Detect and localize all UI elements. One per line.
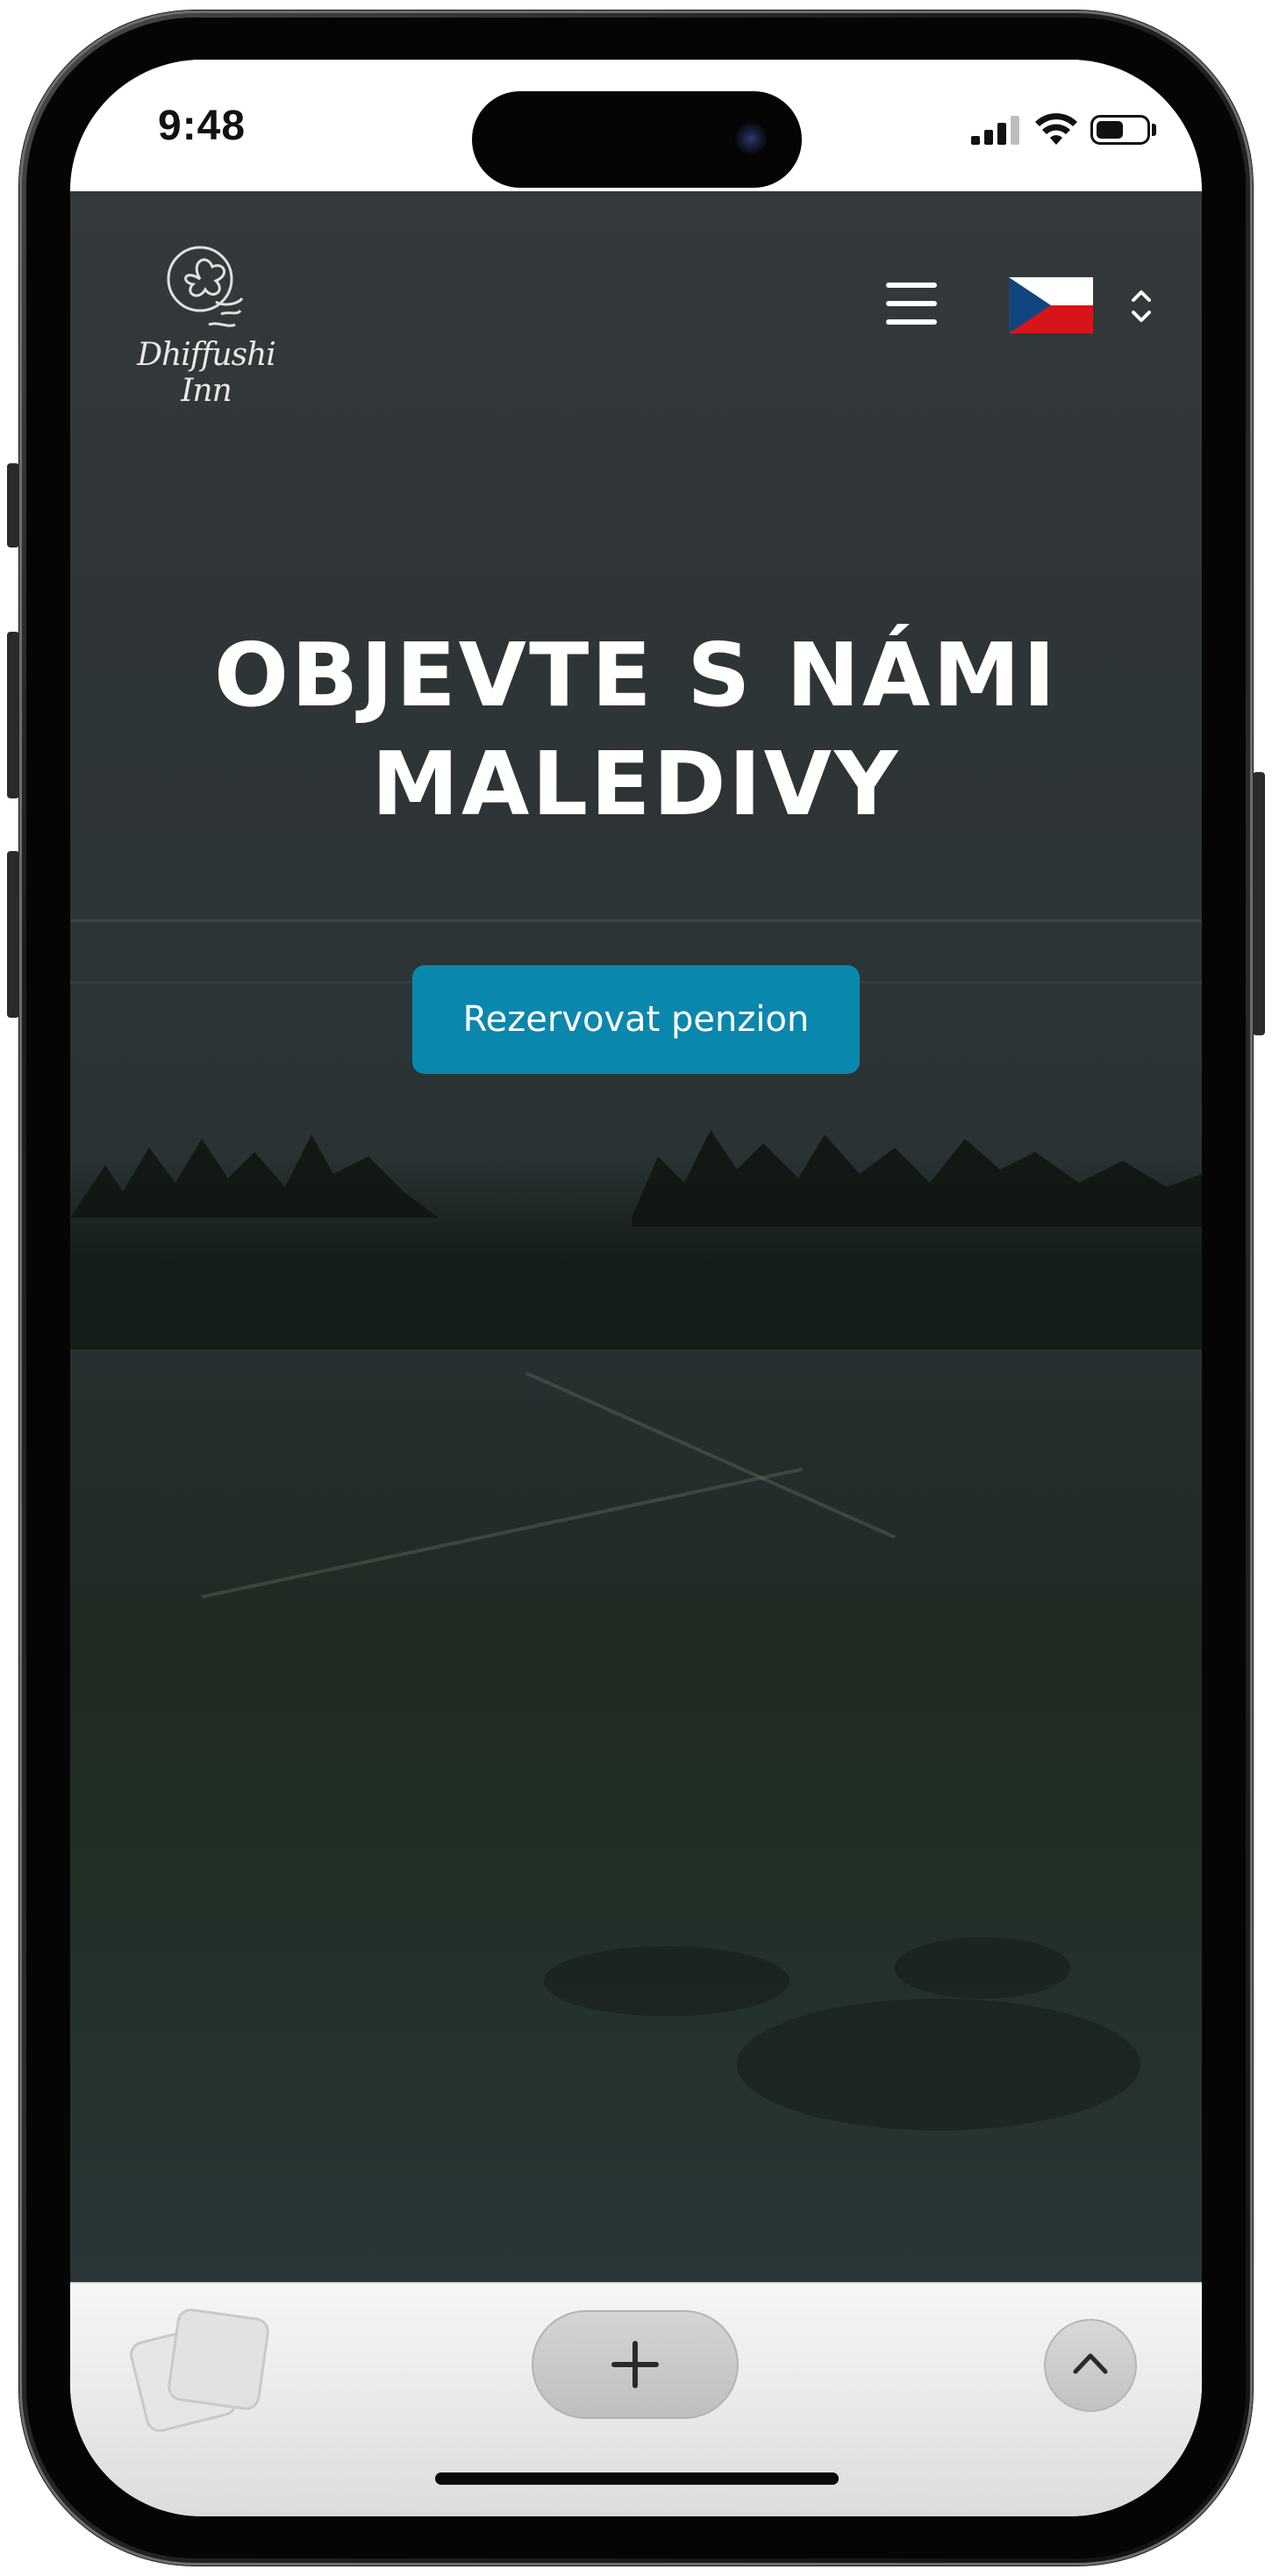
- brand-logo[interactable]: Dhiffushi Inn: [114, 240, 289, 409]
- web-page[interactable]: Dhiffushi Inn OBJEVTE S NÁMI MALEDIVY Re…: [70, 191, 1202, 2282]
- wifi-icon: [1035, 113, 1077, 145]
- horizon-line: [70, 919, 1202, 922]
- hero-headline-line2: MALEDIVY: [371, 733, 901, 835]
- language-selector[interactable]: [1009, 277, 1167, 335]
- hero-headline-line1: OBJEVTE S NÁMI: [213, 624, 1059, 726]
- battery-level: [1097, 121, 1123, 139]
- island-vegetation: [70, 1156, 1202, 1349]
- chevron-up-down-icon: [1132, 290, 1151, 322]
- chevron-up-icon: [1073, 2353, 1108, 2374]
- menu-button[interactable]: [886, 283, 939, 326]
- brand-name: Dhiffushi Inn: [137, 337, 276, 409]
- front-camera: [735, 123, 767, 154]
- action-button: [7, 463, 19, 547]
- book-guesthouse-button[interactable]: Rezervovat penzion: [412, 965, 860, 1074]
- reef-patch: [895, 1937, 1070, 1999]
- scroll-up-button[interactable]: [1044, 2319, 1137, 2412]
- battery-tip: [1152, 124, 1156, 136]
- volume-up-button: [7, 632, 19, 798]
- reef-patch: [737, 1999, 1140, 2130]
- czech-flag-icon: [1009, 277, 1093, 333]
- new-tab-button[interactable]: [532, 2310, 739, 2419]
- plus-icon: [611, 2341, 659, 2388]
- home-indicator[interactable]: [435, 2472, 839, 2485]
- power-button: [1253, 772, 1265, 1035]
- status-icons: [971, 111, 1156, 149]
- status-bar: 9:48: [70, 60, 1202, 191]
- tabs-button[interactable]: [126, 2306, 271, 2436]
- dynamic-island: [472, 91, 802, 188]
- status-time: 9:48: [158, 103, 247, 149]
- hamburger-icon: [886, 283, 937, 288]
- hamburger-icon-bar: [886, 319, 937, 325]
- volume-down-button: [7, 851, 19, 1018]
- tabs-icon-front: [166, 2307, 271, 2412]
- cellular-signal-icon: [971, 116, 1019, 145]
- battery-icon: [1090, 115, 1150, 145]
- hero-headline: OBJEVTE S NÁMI MALEDIVY: [70, 621, 1202, 839]
- reef-patch: [544, 1946, 790, 2016]
- screen: 9:48 Dhiffushi Inn OBJEVTE S NÁMI MALEDI…: [70, 60, 1202, 2516]
- hamburger-icon-bar: [886, 301, 937, 306]
- flower-logo-icon: [167, 246, 244, 327]
